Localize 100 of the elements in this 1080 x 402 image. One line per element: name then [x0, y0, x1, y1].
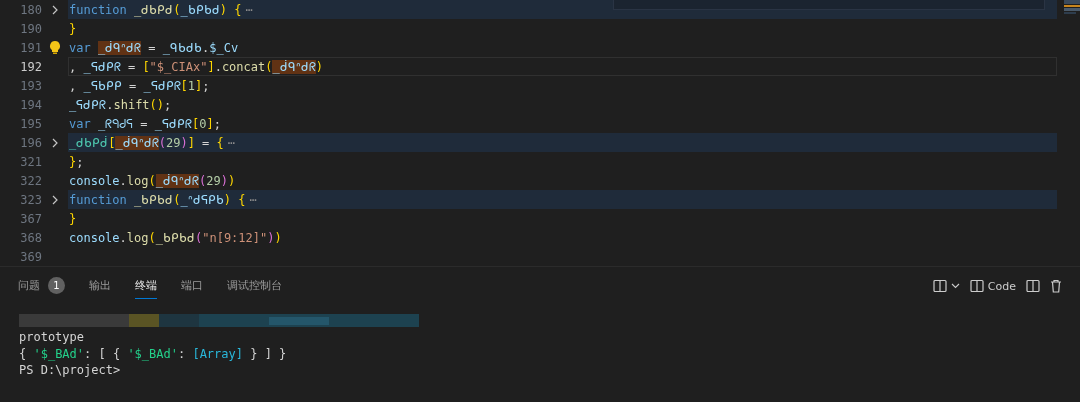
code-token: ,	[69, 59, 78, 74]
code-token: =	[147, 40, 157, 55]
code-token: {	[216, 135, 224, 150]
code-token: _ᖇᑫᑯᕋ	[97, 116, 134, 131]
code-token: _ᑲᑭᑲᑯ	[180, 2, 220, 17]
code-token: concat	[221, 59, 266, 74]
panel-tab[interactable]: 终端	[135, 273, 157, 299]
code-token: ]	[187, 135, 195, 150]
tab-label: 问题	[18, 278, 40, 293]
code-token: _ᑯᑲᑭᑰ	[69, 135, 109, 150]
code-token: ;	[76, 154, 84, 169]
fold-ellipsis[interactable]: ⋯	[249, 192, 257, 207]
code-token: (	[173, 2, 181, 17]
tab-label: 终端	[135, 278, 157, 293]
lightbulb-icon[interactable]	[49, 40, 61, 55]
terminal-output: [Array]	[192, 346, 243, 361]
code-token: _ᕋᑯᑭᖇ	[143, 78, 181, 93]
chevron-right-icon[interactable]	[51, 4, 59, 15]
code-token: "n[9:12]"	[202, 230, 268, 245]
code-token: function	[69, 2, 128, 17]
line-number: 191	[19, 40, 42, 55]
panel-tab[interactable]: 端口	[181, 273, 203, 299]
code-token: var	[69, 40, 92, 55]
panel-tab[interactable]: 输出	[89, 273, 111, 299]
code-token: _ᕋᑯᑭᖇ	[154, 116, 193, 131]
code-token: var	[69, 116, 92, 131]
split-layout-icon[interactable]	[969, 279, 984, 293]
code-token: )	[227, 173, 236, 188]
code-token: ()	[149, 97, 165, 112]
terminal-select-button[interactable]: Code	[969, 279, 1016, 293]
code-token: _ᐢᑯᕋᑭᑲ	[180, 192, 224, 207]
terminal-output: } ] }	[249, 346, 287, 361]
trash-icon[interactable]	[1050, 279, 1062, 293]
chevron-right-icon[interactable]	[51, 137, 59, 148]
line-number: 369	[19, 249, 42, 264]
code-token: _ᑯᑲᑭᑯ	[134, 2, 174, 17]
code-token: [	[142, 59, 150, 74]
line-number: 193	[19, 78, 42, 93]
code-token: )	[219, 2, 227, 17]
code-token: =	[139, 116, 149, 131]
line-number: 367	[19, 211, 42, 226]
code-token: .	[202, 40, 210, 55]
line-number: 180	[19, 2, 42, 17]
code-token: .	[106, 97, 114, 112]
code-token: ;	[202, 78, 210, 93]
fold-ellipsis[interactable]: ⋯	[245, 2, 253, 17]
tab-label: 端口	[181, 278, 203, 293]
code-token: )	[315, 59, 323, 74]
chevron-right-icon[interactable]	[51, 194, 59, 205]
terminal-output: '$_BAd'	[127, 346, 178, 361]
code-token: $_Cv	[209, 40, 239, 55]
code-token: (	[265, 59, 273, 74]
code-token: 1	[187, 78, 196, 93]
code-token: _ᕋᑯᑭᖇ	[83, 59, 121, 74]
code-token: _ᕋᑲᑭᑭ	[83, 78, 122, 93]
code-token: [	[192, 116, 200, 131]
terminal-output: : [ {	[84, 346, 122, 361]
fold-ellipsis[interactable]: ⋯	[227, 135, 235, 150]
line-number: 194	[19, 97, 42, 112]
terminal-output: '$_BAd'	[33, 346, 85, 361]
tab-label: 输出	[89, 278, 111, 293]
code-token: }	[69, 154, 77, 169]
code-token: [	[108, 135, 116, 150]
code-token: ]	[207, 59, 215, 74]
code-token: ;	[164, 97, 172, 112]
line-number: 322	[19, 173, 42, 188]
line-number: 192	[19, 59, 42, 74]
split-layout-icon[interactable]	[932, 279, 947, 293]
code-token: (	[148, 230, 156, 245]
code-token: )	[180, 135, 188, 150]
chevron-down-icon[interactable]	[950, 283, 960, 289]
code-token: }	[69, 211, 77, 226]
code-token: }	[69, 21, 77, 36]
code-token: =	[126, 59, 137, 74]
panel-tab[interactable]: 调试控制台	[227, 273, 282, 299]
split-layout-icon[interactable]	[1026, 279, 1040, 293]
tab-label: 调试控制台	[227, 278, 282, 293]
line-number: 323	[19, 192, 42, 207]
code-token: ;	[213, 116, 221, 131]
line-number: 368	[19, 230, 42, 245]
code-token: ,	[69, 78, 78, 93]
code-token: .	[119, 173, 127, 188]
code-token: )	[267, 230, 275, 245]
code-token: _ᑲᑭᑲᑯ	[134, 192, 174, 207]
terminal-output: PS D:\project>	[19, 363, 121, 377]
code-token: shift	[113, 97, 150, 112]
code-token: _ᑫᑲᑯᑲ	[162, 40, 203, 55]
terminal-output: prototype	[19, 330, 85, 344]
code-token: _ᑰᑫᐢᑯᖇ	[272, 59, 316, 74]
code-token: _ᑰᑫᐢᑯᖇ	[155, 173, 199, 188]
code-token: {	[233, 2, 242, 17]
code-token: )	[274, 230, 282, 245]
code-token: log	[126, 230, 149, 245]
code-token: 29	[165, 135, 181, 150]
code-token: ]	[195, 78, 203, 93]
panel-tab[interactable]: 问题 1	[18, 273, 65, 299]
code-token: console	[69, 230, 120, 245]
code-token: _ᑰᑫᐢᑯᖇ	[97, 40, 142, 55]
code-token: (	[198, 173, 207, 188]
code-token: [	[180, 78, 188, 93]
